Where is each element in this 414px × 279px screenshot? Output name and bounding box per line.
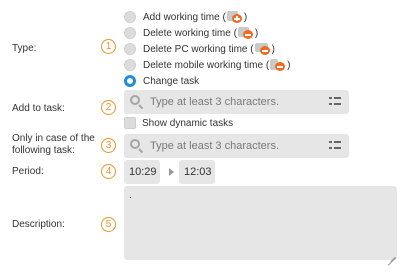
step-5-badge: 5 bbox=[101, 217, 116, 232]
radio-button[interactable] bbox=[124, 27, 136, 39]
radio-change-task[interactable]: Change task bbox=[124, 74, 199, 88]
radio-button[interactable] bbox=[124, 59, 136, 71]
step-2-badge: 2 bbox=[101, 100, 116, 115]
radio-delete-mobile-working-time[interactable]: Delete mobile working time ( ) bbox=[124, 58, 291, 72]
following-task-label-line1: Only in case of the bbox=[12, 133, 95, 144]
radio-add-working-time[interactable]: Add working time ( ) bbox=[124, 10, 247, 24]
radio-label-close: ) bbox=[287, 59, 291, 71]
type-label: Type: bbox=[12, 43, 37, 54]
radio-label-close: ) bbox=[243, 11, 248, 23]
pc-delete-icon bbox=[254, 43, 271, 55]
step-1-badge: 1 bbox=[101, 39, 116, 54]
radio-delete-pc-working-time[interactable]: Delete PC working time ( ) bbox=[124, 42, 275, 56]
resize-grip-icon[interactable] bbox=[385, 248, 397, 266]
period-end-input[interactable]: 12:03 bbox=[179, 160, 215, 184]
period-label: Period: bbox=[12, 166, 44, 177]
add-to-task-label: Add to task: bbox=[12, 103, 65, 114]
list-picker-icon[interactable] bbox=[329, 141, 341, 151]
radio-label: Change task bbox=[143, 75, 200, 87]
radio-label: Delete PC working time ( bbox=[143, 43, 254, 55]
radio-button-selected[interactable] bbox=[124, 75, 136, 87]
clock-add-icon bbox=[226, 11, 243, 23]
radio-label: Add working time ( bbox=[143, 11, 226, 23]
step-4-badge: 4 bbox=[101, 164, 116, 179]
arrow-right-icon bbox=[169, 168, 174, 176]
mobile-delete-icon bbox=[270, 59, 286, 71]
following-task-label-line2: following task: bbox=[12, 145, 75, 156]
radio-delete-working-time[interactable]: Delete working time ( ) bbox=[124, 26, 258, 40]
radio-button[interactable] bbox=[124, 11, 136, 23]
radio-label-close: ) bbox=[271, 43, 275, 55]
step-3-badge: 3 bbox=[101, 138, 116, 153]
period-start-input[interactable]: 10:29 bbox=[124, 160, 160, 184]
clock-delete-icon bbox=[237, 27, 254, 39]
search-icon bbox=[130, 95, 144, 110]
search-placeholder: Type at least 3 characters. bbox=[150, 96, 280, 108]
show-dynamic-tasks-label: Show dynamic tasks bbox=[142, 117, 234, 129]
description-label: Description: bbox=[12, 219, 65, 230]
radio-label: Delete mobile working time ( bbox=[143, 59, 270, 71]
following-task-search[interactable]: Type at least 3 characters. bbox=[124, 134, 349, 158]
add-to-task-search[interactable]: Type at least 3 characters. bbox=[124, 90, 349, 114]
radio-button[interactable] bbox=[124, 43, 136, 55]
show-dynamic-tasks-row[interactable]: Show dynamic tasks bbox=[124, 117, 233, 129]
search-placeholder: Type at least 3 characters. bbox=[150, 140, 280, 152]
list-picker-icon[interactable] bbox=[329, 97, 341, 107]
description-textarea[interactable]: . bbox=[124, 186, 397, 260]
show-dynamic-tasks-checkbox[interactable] bbox=[124, 117, 136, 129]
radio-label-close: ) bbox=[254, 27, 259, 39]
search-icon bbox=[130, 139, 144, 154]
radio-label: Delete working time ( bbox=[143, 27, 237, 39]
